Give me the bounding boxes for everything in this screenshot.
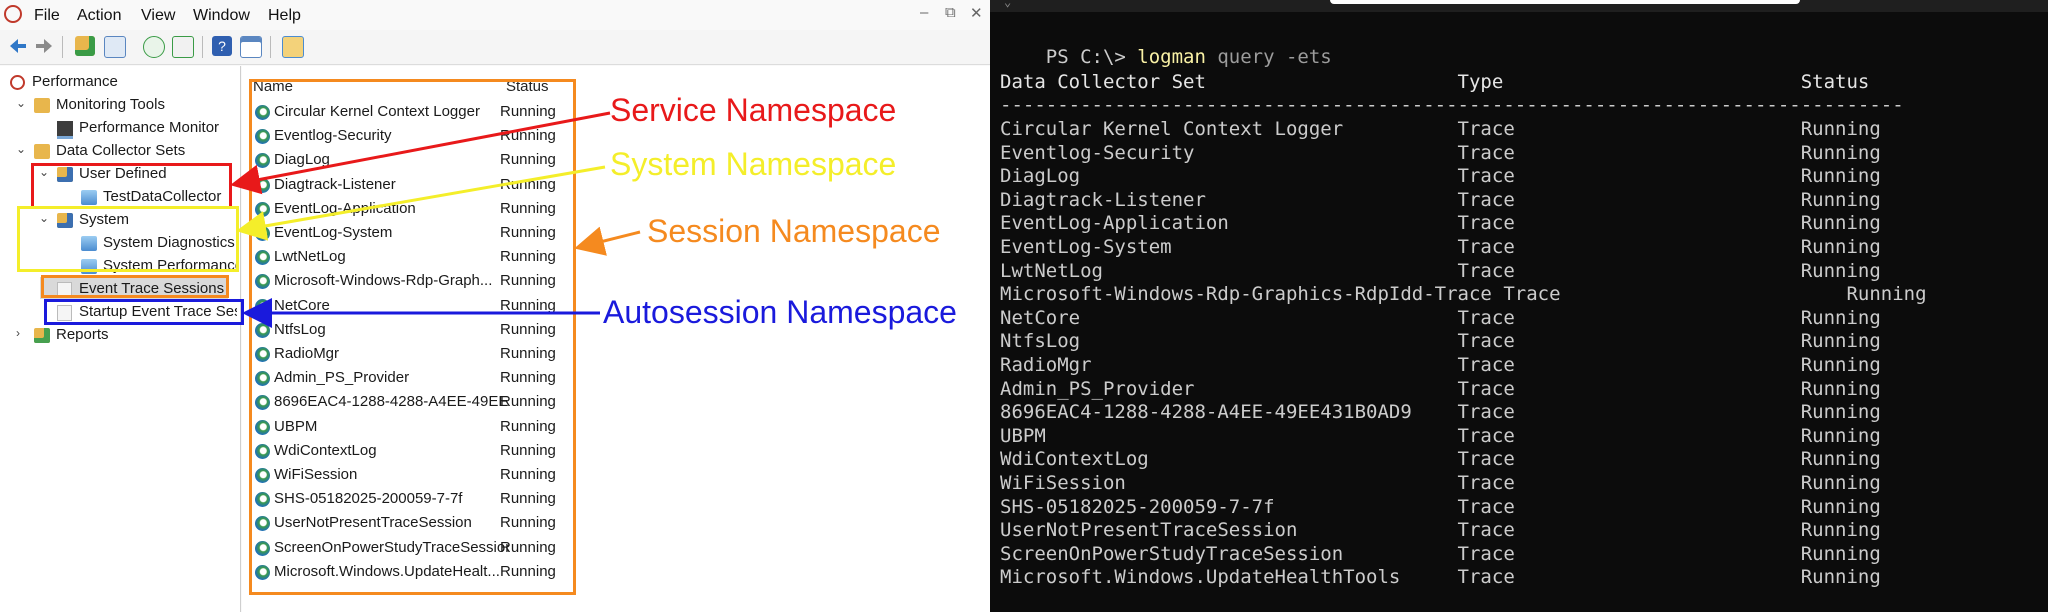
output-rows: Circular Kernel Context Logger Trace Run…	[990, 118, 2048, 598]
output-row: Eventlog-Security Trace Running	[1000, 141, 1881, 164]
output-row: 8696EAC4-1288-4288-A4EE-49EE431B0AD9 Tra…	[1000, 401, 1881, 424]
system-arrow	[236, 165, 606, 241]
output-row: EventLog-System Trace Running	[1000, 236, 1881, 258]
powershell-terminal[interactable]: ⌄ PS C:\> logman query -ets Data Collect…	[990, 0, 2048, 612]
service-namespace-label: Service Namespace	[610, 92, 897, 128]
output-separator: ----------------------------------------…	[1000, 94, 1904, 116]
system-namespace-label: System Namespace	[610, 146, 897, 182]
command-args: query -ets	[1205, 46, 1332, 68]
prompt: PS C:\>	[1045, 46, 1138, 68]
output-row: EventLog-Application Trace Running	[1000, 212, 1881, 235]
output-row: Circular Kernel Context Logger Trace Run…	[1000, 118, 1881, 140]
output-row: RadioMgr Trace Running	[1000, 354, 1881, 376]
output-row: WdiContextLog Trace Running	[1000, 448, 1881, 471]
output-row: Diagtrack-Listener Trace Running	[1000, 188, 1881, 211]
output-row: ScreenOnPowerStudyTraceSession Trace Run…	[1000, 542, 1881, 565]
output-row: NtfsLog Trace Running	[1000, 330, 1881, 353]
output-row: UBPM Trace Running	[1000, 424, 1881, 447]
autosession-namespace-label: Autosession Namespace	[603, 294, 957, 330]
output-row: Microsoft.Windows.UpdateHealthTools Trac…	[1000, 566, 1881, 589]
session-namespace-label: Session Namespace	[647, 213, 941, 249]
output-row: SHS-05182025-200059-7-7f Trace Running	[1000, 495, 1881, 518]
output-row: Admin_PS_Provider Trace Running	[1000, 377, 1881, 400]
output-row: NetCore Trace Running	[1000, 306, 1881, 329]
output-header: Data Collector Set Type Status	[1000, 71, 1870, 93]
output-row: LwtNetLog Trace Running	[1000, 259, 1881, 282]
chevron-down-icon[interactable]: ⌄	[1004, 0, 1011, 9]
command: logman	[1137, 46, 1206, 68]
output-row: Microsoft-Windows-Rdp-Graphics-RdpIdd-Tr…	[1000, 283, 1927, 306]
performance-monitor-window: File Action View Window Help – ⧉ ✕ ? Per…	[0, 0, 990, 612]
output-row: DiagLog Trace Running	[1000, 165, 1881, 188]
output-row: UserNotPresentTraceSession Trace Running	[1000, 519, 1881, 542]
terminal-titlebar: ⌄	[990, 0, 2048, 12]
service-arrow	[230, 111, 611, 195]
output-row: WiFiSession Trace Running	[1000, 472, 1881, 494]
session-arrow	[574, 226, 641, 256]
terminal-tab[interactable]	[1330, 0, 1800, 4]
